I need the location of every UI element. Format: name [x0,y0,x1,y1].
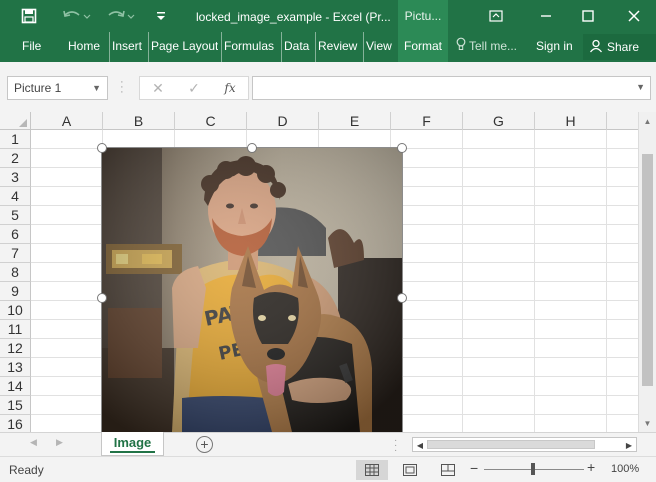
status-ready: Ready [9,463,44,477]
resize-handle-left[interactable] [97,293,107,303]
lightbulb-icon [456,33,466,61]
next-sheet-icon[interactable]: ▶ [56,437,63,448]
chevron-down-icon[interactable]: ▼ [92,77,101,99]
close-icon[interactable] [614,0,654,32]
formula-bar-area: Picture 1 ▼ · · · ✕ ✓ fx ▼ [0,62,656,116]
row-header-9[interactable]: 9 [0,282,31,301]
scroll-up-icon[interactable]: ▲ [639,113,656,129]
row-header-15[interactable]: 15 [0,396,31,415]
horizontal-scroll-thumb[interactable] [427,440,595,449]
row-header-1[interactable]: 1 [0,130,31,149]
tab-format[interactable]: Format [398,32,448,62]
expand-formula-bar-icon[interactable]: ▼ [636,82,645,92]
scroll-right-icon[interactable]: ▶ [623,439,635,451]
resize-dots-icon[interactable]: · · · [120,77,126,98]
formula-buttons: ✕ ✓ fx [139,76,249,100]
sign-in-link[interactable]: Sign in [536,32,573,62]
ribbon-tabs: File Home Insert Page Layout Formulas Da… [0,32,656,62]
tab-file[interactable]: File [20,32,43,62]
tab-page-layout[interactable]: Page Layout [148,32,218,62]
column-headers: A B C D E F G H [0,112,638,130]
tab-insert[interactable]: Insert [109,32,144,62]
column-header-d[interactable]: D [247,112,319,130]
sheet-tabs-bar: ◀ ▶ Image + · · · ◀ ▶ [0,432,656,456]
zoom-slider-knob[interactable] [531,463,535,475]
resize-handle-top-left[interactable] [97,143,107,153]
row-header-2[interactable]: 2 [0,149,31,168]
zoom-level[interactable]: 100% [611,463,639,475]
column-header-g[interactable]: G [463,112,535,130]
ribbon-display-icon[interactable] [476,0,516,32]
zoom-in-icon[interactable]: + [587,459,595,475]
maximize-icon[interactable] [568,0,608,32]
normal-view-icon[interactable] [356,460,388,480]
redo-icon[interactable] [104,0,138,32]
scroll-left-icon[interactable]: ◀ [414,439,426,451]
customize-qat-icon[interactable] [152,0,170,32]
column-header-f[interactable]: F [391,112,463,130]
photo-man-with-dog: PAT PE [102,148,402,432]
zoom-out-icon[interactable]: − [470,460,478,476]
formula-input[interactable]: ▼ [252,76,651,100]
column-header-b[interactable]: B [103,112,175,130]
cancel-icon[interactable]: ✕ [148,79,168,97]
tab-review[interactable]: Review [315,32,359,62]
share-button[interactable]: Share [583,34,656,60]
column-header-e[interactable]: E [319,112,391,130]
row-header-14[interactable]: 14 [0,377,31,396]
row-header-6[interactable]: 6 [0,225,31,244]
inserted-picture[interactable]: PAT PE [102,148,402,432]
name-box-value: Picture 1 [14,81,62,95]
row-header-12[interactable]: 12 [0,339,31,358]
tab-splitter-icon[interactable]: · · · [394,436,398,456]
enter-icon[interactable]: ✓ [184,79,204,97]
save-icon[interactable] [16,0,42,32]
row-header-10[interactable]: 10 [0,301,31,320]
tell-me-label: Tell me... [469,39,518,53]
column-header-c[interactable]: C [175,112,247,130]
column-header-a[interactable]: A [31,112,103,130]
sheet-tab-image[interactable]: Image [101,432,164,456]
row-header-16[interactable]: 16 [0,415,31,432]
name-box[interactable]: Picture 1 ▼ [7,76,108,100]
page-break-view-icon[interactable] [432,460,464,480]
column-header-h[interactable]: H [535,112,607,130]
row-header-8[interactable]: 8 [0,263,31,282]
add-sheet-icon[interactable]: + [196,436,213,453]
row-header-11[interactable]: 11 [0,320,31,339]
minimize-icon[interactable] [526,0,566,32]
row-header-3[interactable]: 3 [0,168,31,187]
scroll-down-icon[interactable]: ▼ [639,415,656,431]
tab-home[interactable]: Home [66,32,102,62]
resize-handle-top[interactable] [247,143,257,153]
user-icon [589,39,603,56]
prev-sheet-icon[interactable]: ◀ [30,437,37,448]
page-layout-view-icon[interactable] [394,460,426,480]
row-header-4[interactable]: 4 [0,187,31,206]
status-bar: Ready − + 100% [0,456,656,482]
horizontal-scrollbar[interactable]: ◀ ▶ [412,437,637,452]
row-header-13[interactable]: 13 [0,358,31,377]
select-all-corner[interactable] [0,112,31,130]
window-title: locked_image_example - Excel (Pr... [196,10,391,24]
share-label: Share [607,40,640,54]
undo-icon[interactable] [60,0,94,32]
picture-tools-context-tab: Pictu... [398,0,448,32]
title-bar: locked_image_example - Excel (Pr... Pict… [0,0,656,32]
row-header-7[interactable]: 7 [0,244,31,263]
zoom-slider[interactable] [484,463,584,475]
tell-me-search[interactable]: Tell me... [456,32,517,62]
vertical-scroll-thumb[interactable] [642,154,653,386]
tab-formulas[interactable]: Formulas [221,32,276,62]
resize-handle-top-right[interactable] [397,143,407,153]
tab-data[interactable]: Data [281,32,311,62]
tab-view[interactable]: View [363,32,394,62]
resize-handle-right[interactable] [397,293,407,303]
insert-function-icon[interactable]: fx [220,79,240,97]
vertical-scrollbar[interactable]: ▲ ▼ [638,112,656,432]
row-header-5[interactable]: 5 [0,206,31,225]
column-header-partial[interactable] [607,112,638,130]
